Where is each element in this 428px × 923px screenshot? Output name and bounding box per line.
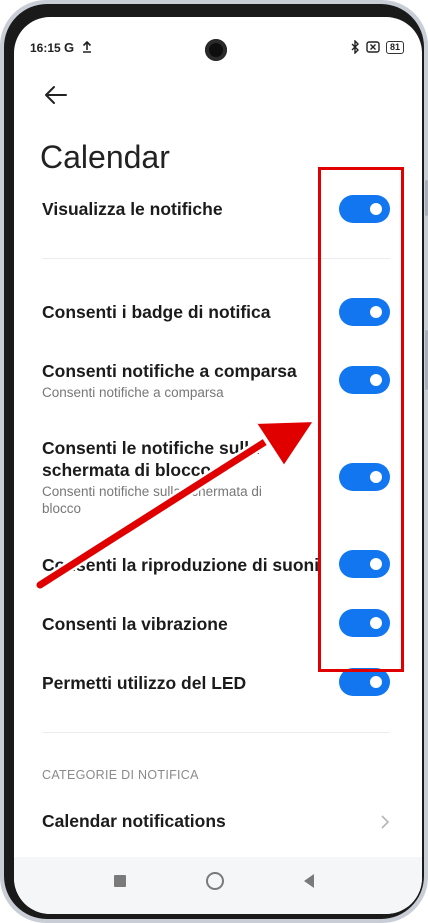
home-circle-icon[interactable]: [206, 872, 224, 890]
divider: [42, 732, 390, 733]
chevron-right-icon: [381, 815, 390, 829]
back-triangle-icon[interactable]: [302, 872, 316, 890]
status-time: 16:15: [30, 41, 61, 55]
status-icons: 81: [350, 40, 404, 54]
status-g: G: [64, 40, 75, 55]
section-label: CATEGORIE DI NOTIFICA: [42, 768, 199, 782]
front-camera: [205, 39, 227, 61]
category-title: Calendar notifications: [42, 811, 226, 831]
setting-title: Consenti le notifiche sulla schermata di…: [42, 438, 259, 480]
highlight-rectangle: [318, 167, 404, 672]
setting-subtitle: Consenti notifiche sulla schermata di bl…: [42, 484, 262, 516]
upload-icon: [82, 41, 92, 53]
recents-square-icon[interactable]: [114, 875, 126, 887]
navigation-bar: [14, 857, 422, 914]
toggle-led[interactable]: [339, 668, 390, 696]
setting-row-lockscreen[interactable]: Consenti le notifiche sulla schermata di…: [42, 437, 302, 517]
category-row-calendar-notifications[interactable]: Calendar notifications: [42, 810, 402, 832]
bluetooth-icon: [351, 40, 359, 54]
sim-x-icon: [366, 41, 380, 53]
toggle-knob: [370, 676, 382, 688]
battery-indicator: 81: [385, 40, 404, 54]
page-title: Calendar: [40, 139, 170, 175]
back-arrow-icon[interactable]: [42, 81, 70, 109]
